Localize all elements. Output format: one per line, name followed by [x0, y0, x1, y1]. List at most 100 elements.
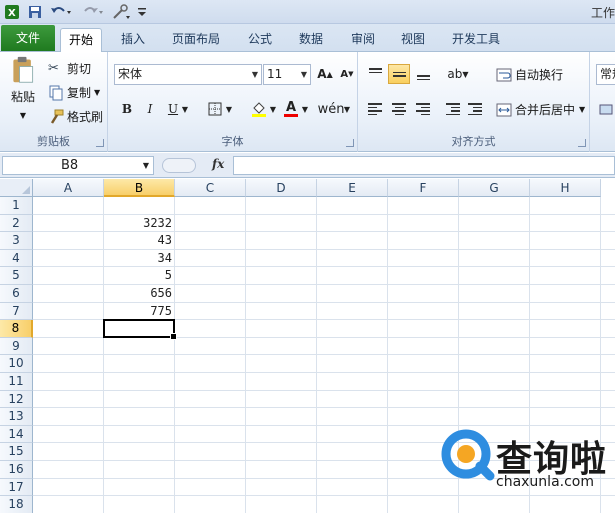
cell-b2[interactable]: 3232 — [104, 215, 175, 233]
increase-indent-icon — [468, 103, 482, 115]
cell-b4[interactable]: 34 — [104, 250, 175, 268]
align-top-button[interactable] — [364, 64, 386, 84]
row-header-14[interactable]: 14 — [0, 425, 33, 444]
wrap-text-icon — [496, 67, 512, 83]
font-name-select[interactable]: 宋体 ▼ — [114, 64, 262, 85]
watermark-url: chaxunla.com — [496, 474, 594, 490]
column-header-a[interactable]: A — [33, 179, 104, 197]
tools-icon[interactable] — [110, 3, 134, 20]
borders-button[interactable] — [204, 99, 226, 119]
row-header-12[interactable]: 12 — [0, 390, 33, 409]
row-header-8[interactable]: 8 — [0, 320, 33, 338]
increase-indent-button[interactable] — [464, 99, 486, 119]
grow-font-button[interactable]: A ▲ — [314, 64, 336, 84]
shrink-font-button[interactable]: A ▼ — [336, 64, 358, 84]
wrap-text-button[interactable]: 自动换行 — [496, 66, 563, 83]
gridline-horizontal — [33, 407, 615, 409]
redo-icon[interactable] — [80, 3, 106, 20]
column-header-b[interactable]: B — [104, 179, 175, 197]
align-center-button[interactable] — [388, 99, 410, 119]
column-header-f[interactable]: F — [388, 179, 459, 197]
italic-button[interactable]: I — [139, 99, 161, 119]
column-header-e[interactable]: E — [317, 179, 388, 197]
row-header-2[interactable]: 2 — [0, 214, 33, 233]
select-all-button[interactable] — [0, 179, 33, 197]
alignment-launcher-icon[interactable] — [578, 139, 586, 147]
row-header-17[interactable]: 17 — [0, 478, 33, 497]
tab-view[interactable]: 视图 — [393, 28, 433, 52]
tab-page-layout[interactable]: 页面布局 — [164, 28, 228, 52]
fill-color-dropdown-icon[interactable]: ▼ — [268, 99, 278, 119]
format-painter-label: 格式刷 — [67, 110, 104, 124]
active-cell-cursor[interactable] — [103, 319, 177, 340]
undo-icon[interactable] — [48, 3, 74, 20]
merge-center-button[interactable]: 合并后居中 ▼ — [496, 101, 585, 118]
column-header-g[interactable]: G — [459, 179, 530, 197]
row-header-9[interactable]: 9 — [0, 337, 33, 356]
format-painter-button[interactable]: 格式刷 — [48, 108, 103, 125]
copy-button[interactable]: 复制 ▼ — [48, 84, 100, 101]
font-color-dropdown-icon[interactable]: ▼ — [300, 99, 310, 119]
number-group: 常规 — [590, 52, 615, 152]
save-icon[interactable] — [26, 3, 44, 20]
borders-dropdown-icon[interactable]: ▼ — [224, 99, 234, 119]
align-right-button[interactable] — [412, 99, 434, 119]
row-header-16[interactable]: 16 — [0, 461, 33, 479]
accounting-format-icon[interactable] — [598, 99, 614, 119]
clipboard-launcher-icon[interactable] — [96, 139, 104, 147]
row-header-5[interactable]: 5 — [0, 267, 33, 285]
column-header-d[interactable]: D — [246, 179, 317, 197]
tab-data[interactable]: 数据 — [291, 28, 331, 52]
font-launcher-icon[interactable] — [346, 139, 354, 147]
align-middle-button[interactable] — [388, 64, 410, 84]
cut-button[interactable]: ✂ 剪切 — [48, 60, 91, 77]
row-header-3[interactable]: 3 — [0, 232, 33, 250]
formula-bar-resize-handle[interactable] — [162, 158, 196, 173]
row-header-13[interactable]: 13 — [0, 408, 33, 426]
column-header-c[interactable]: C — [175, 179, 246, 197]
chevron-down-icon: ▼ — [142, 161, 149, 170]
font-color-swatch — [284, 113, 298, 117]
number-format-value: 常规 — [600, 67, 615, 81]
tab-formulas[interactable]: 公式 — [240, 28, 280, 52]
row-header-10[interactable]: 10 — [0, 355, 33, 373]
align-right-icon — [416, 103, 430, 115]
row-header-18[interactable]: 18 — [0, 496, 33, 513]
row-header-1[interactable]: 1 — [0, 197, 33, 215]
align-left-button[interactable] — [364, 99, 386, 119]
underline-dropdown-icon[interactable]: ▼ — [180, 99, 190, 119]
row-header-11[interactable]: 11 — [0, 373, 33, 391]
align-bottom-button[interactable] — [412, 64, 434, 84]
formula-input[interactable] — [233, 156, 615, 175]
row-header-4[interactable]: 4 — [0, 249, 33, 268]
tab-home[interactable]: 开始 — [60, 28, 103, 53]
row-header-6[interactable]: 6 — [0, 285, 33, 303]
font-size-select[interactable]: 11 ▼ — [263, 64, 311, 85]
row-header-15[interactable]: 15 — [0, 443, 33, 461]
tab-insert[interactable]: 插入 — [113, 28, 153, 52]
cell-b7[interactable]: 775 — [104, 303, 175, 321]
column-header-h[interactable]: H — [530, 179, 601, 197]
tab-developer[interactable]: 开发工具 — [444, 28, 508, 52]
name-box[interactable]: B8 ▼ — [2, 156, 154, 175]
customize-qat-icon[interactable] — [137, 3, 147, 20]
row-header-7[interactable]: 7 — [0, 302, 33, 321]
tab-review[interactable]: 审阅 — [343, 28, 383, 52]
decrease-indent-button[interactable] — [442, 99, 464, 119]
cell-b6[interactable]: 656 — [104, 285, 175, 303]
phonetic-dropdown-icon[interactable]: ▼ — [342, 99, 352, 119]
phonetic-button[interactable]: wén — [318, 99, 345, 119]
paste-button[interactable]: 粘贴 ▼ — [8, 56, 38, 120]
bold-button[interactable]: B — [116, 99, 138, 119]
gridline-horizontal — [33, 372, 615, 373]
paste-label: 粘贴 — [10, 90, 35, 104]
font-color-button[interactable]: A — [280, 99, 302, 119]
number-format-select[interactable]: 常规 — [596, 64, 615, 85]
insert-function-icon[interactable]: fx — [212, 157, 224, 171]
excel-app-icon[interactable]: X — [3, 3, 21, 20]
cell-b3[interactable]: 43 — [104, 232, 175, 250]
orientation-button[interactable]: ab ▼ — [444, 64, 472, 84]
tab-file[interactable]: 文件 — [1, 25, 55, 51]
cell-b5[interactable]: 5 — [104, 267, 175, 285]
fill-color-button[interactable] — [248, 99, 270, 119]
